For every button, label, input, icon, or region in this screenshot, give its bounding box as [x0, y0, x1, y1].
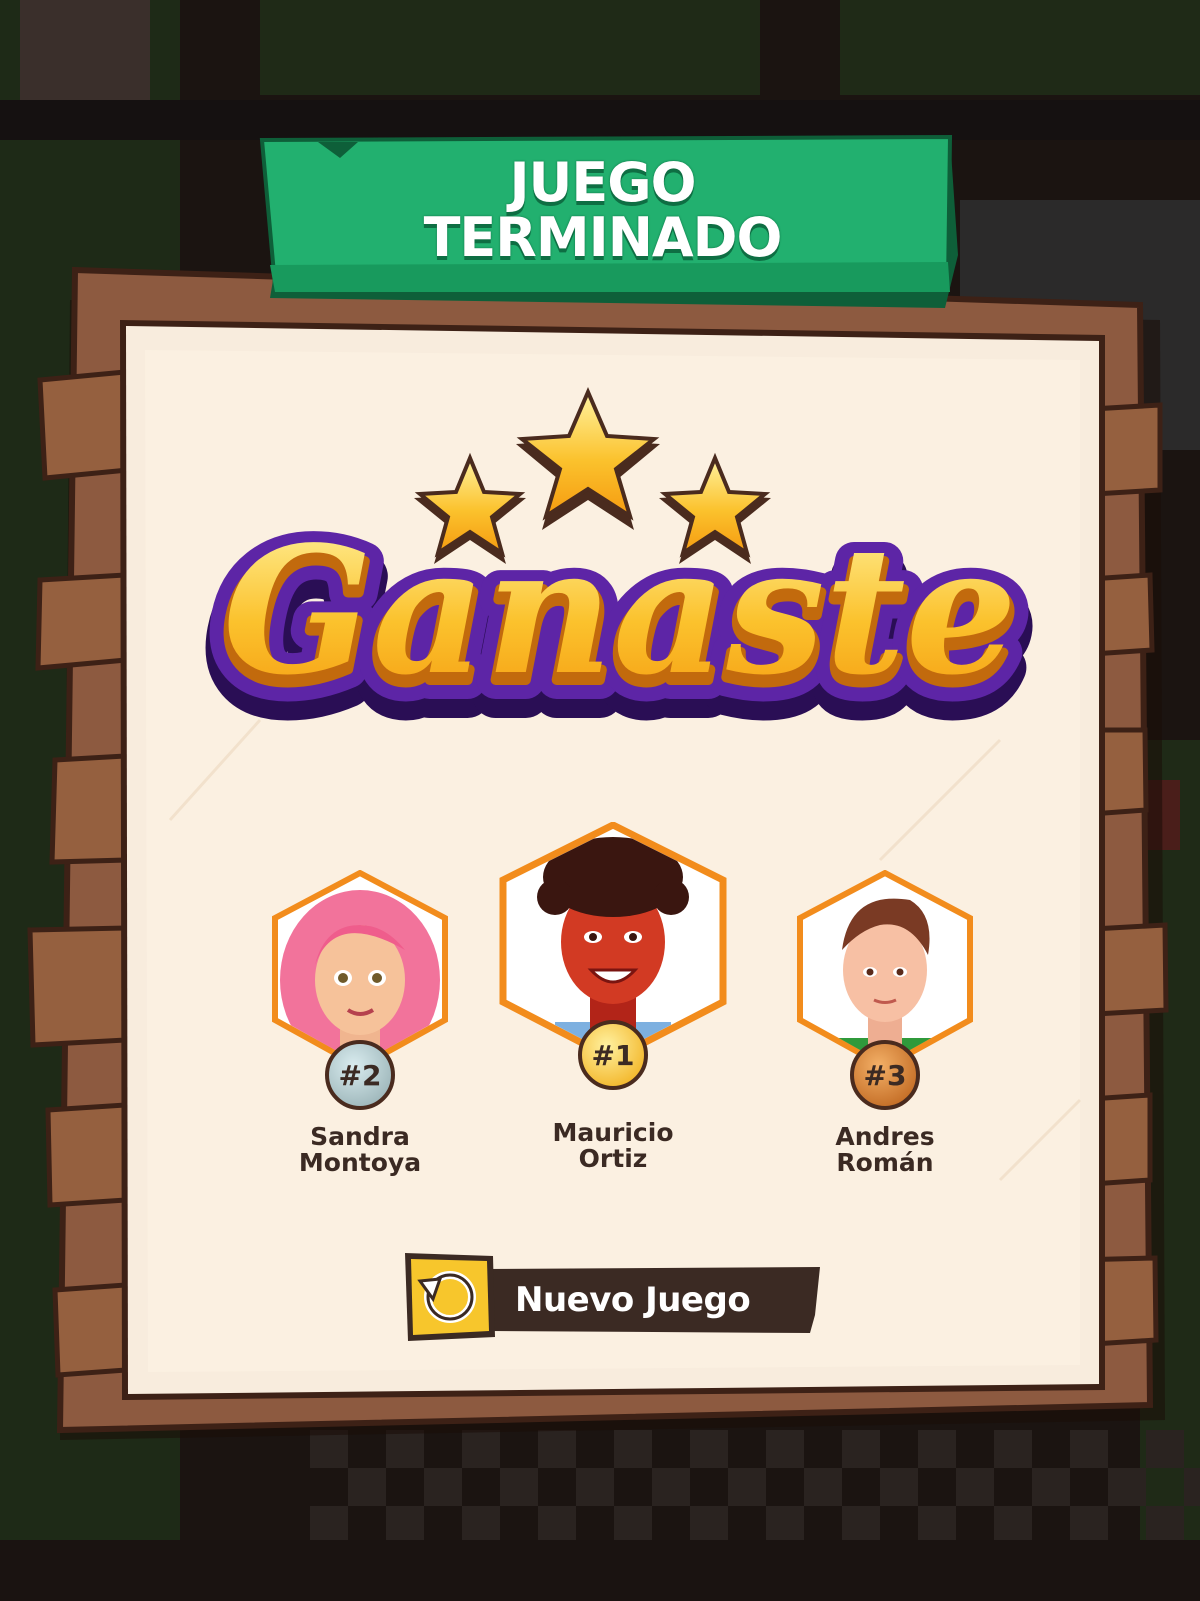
rank-label: #2 — [338, 1058, 382, 1092]
player-last-name: Ortiz — [578, 1144, 648, 1173]
rank-label: #3 — [863, 1058, 907, 1092]
game-over-title-line2: TERMINADO — [423, 206, 783, 269]
rank-badge-bronze: #3 — [850, 1040, 920, 1110]
player-last-name: Román — [836, 1148, 934, 1177]
restart-icon — [405, 1253, 495, 1341]
player-first-name: Andres — [835, 1122, 935, 1151]
player-name: Mauricio Ortiz — [493, 1120, 733, 1172]
new-game-label: Nuevo Juego — [515, 1280, 751, 1320]
player-first-name: Mauricio — [552, 1118, 674, 1147]
player-name: Andres Román — [765, 1124, 1005, 1176]
player-name: Sandra Montoya — [240, 1124, 480, 1176]
rank-label: #1 — [591, 1038, 635, 1072]
rank-badge-gold: #1 — [578, 1020, 648, 1090]
game-over-title: JUEGO TERMINADO — [270, 155, 935, 265]
rank-badge-silver: #2 — [325, 1040, 395, 1110]
player-first-name: Sandra — [310, 1122, 410, 1151]
game-over-title-line1: JUEGO — [509, 151, 696, 214]
headline-text: Ganaste — [223, 509, 1017, 714]
win-headline: Ganaste Ganaste Ganaste Ganaste — [200, 386, 1040, 760]
player-last-name: Montoya — [298, 1148, 422, 1177]
player-card-1: #1 Mauricio Ortiz — [493, 822, 733, 1182]
player-card-2: #2 Sandra Montoya — [240, 870, 480, 1190]
player-card-3: #3 Andres Román — [765, 870, 1005, 1190]
